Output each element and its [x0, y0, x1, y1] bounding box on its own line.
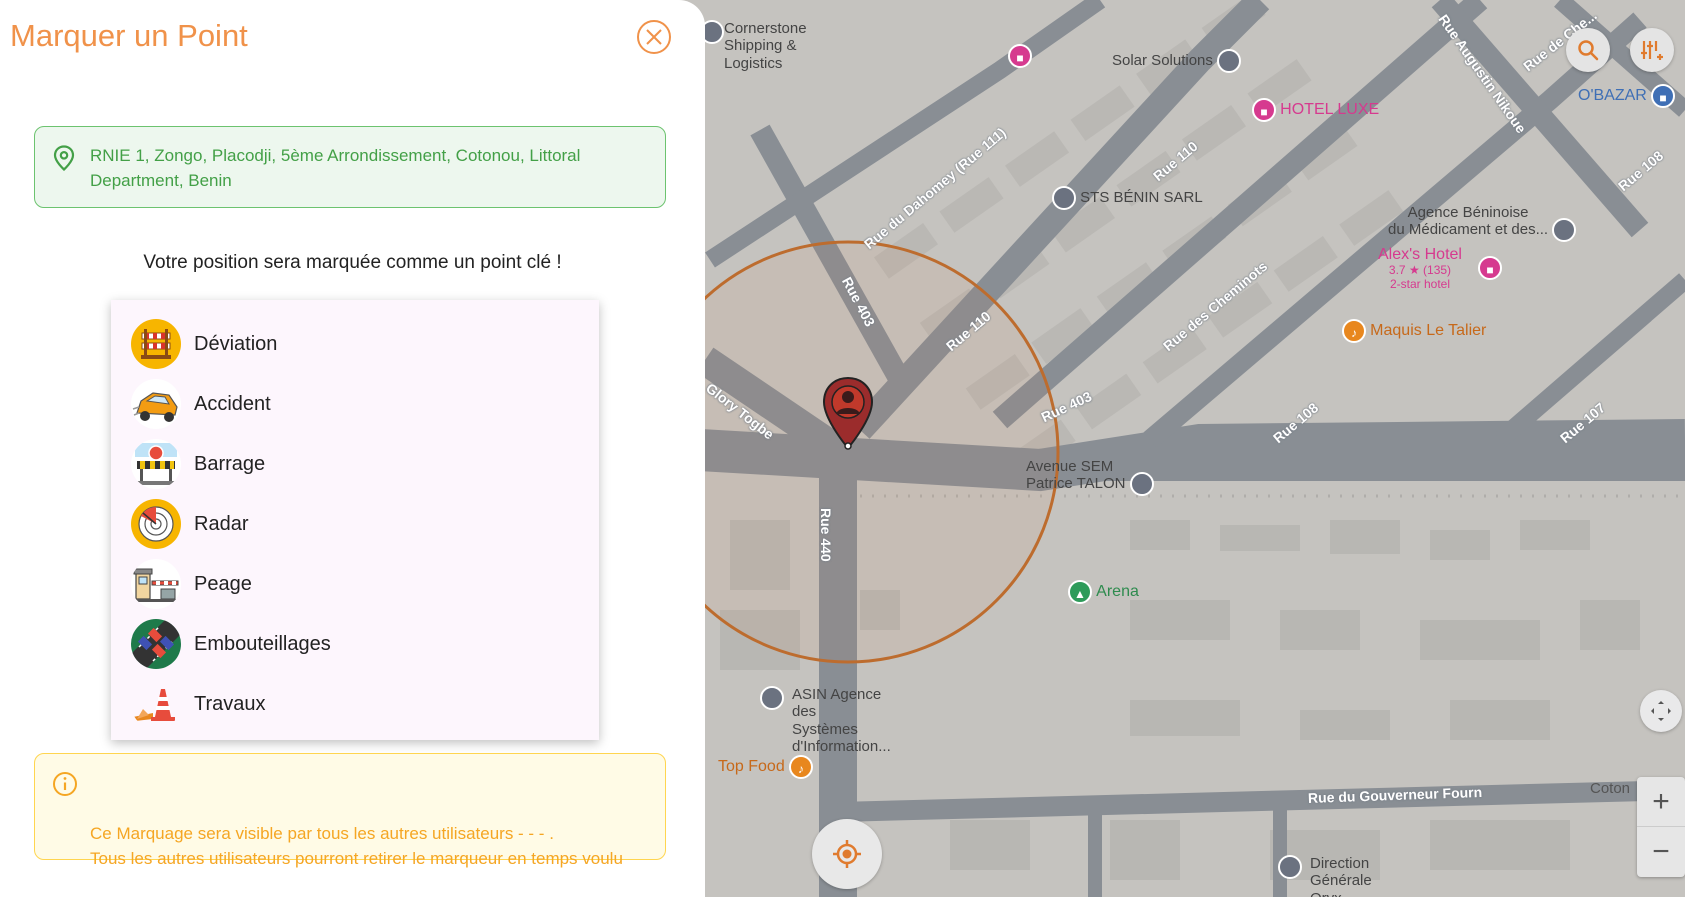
hotel-pin-icon: ■: [1478, 256, 1502, 280]
recenter-button[interactable]: [812, 819, 882, 889]
road-cones-icon: [131, 679, 181, 729]
poi-label: Direction Générale Oryx Bénin SA: [1310, 855, 1372, 897]
map-search-button[interactable]: [1566, 28, 1610, 72]
menu-item-label: Accident: [194, 392, 271, 415]
building-pin-icon: [1552, 218, 1577, 243]
panel-subtitle: Votre position sera marquée comme un poi…: [143, 252, 562, 273]
building-pin-icon: [760, 686, 784, 710]
poi-avenue-sem[interactable]: Avenue SEM Patrice TALON: [1026, 458, 1154, 497]
deviation-barrier-icon: [131, 319, 181, 369]
address-box: RNIE 1, Zongo, Placodji, 5ème Arrondisse…: [34, 126, 666, 208]
zoom-in-button[interactable]: +: [1637, 777, 1685, 827]
menu-item-deviation[interactable]: Déviation: [111, 314, 599, 374]
poi-label: HOTEL LUXE: [1280, 100, 1380, 118]
user-location-marker[interactable]: [822, 376, 874, 452]
poi-agence-beninoise[interactable]: Agence Béninoise du Médicament et des...: [1388, 204, 1577, 243]
poi-alexs-hotel-pin[interactable]: ■: [1478, 256, 1502, 280]
poi-direction-generale[interactable]: Direction Générale Oryx Bénin SA: [1278, 855, 1372, 897]
menu-item-label: Barrage: [194, 452, 266, 475]
filter-add-icon: [1641, 41, 1663, 60]
zoom-controls: + −: [1637, 777, 1685, 877]
poi-class: 2-star hotel: [1389, 277, 1450, 292]
location-pin-icon: [53, 145, 75, 171]
poi-solar-solutions[interactable]: Solar Solutions: [1112, 49, 1242, 73]
poi-sts-benin[interactable]: STS BÉNIN SARL: [1052, 186, 1203, 210]
poi-label: Alex's Hotel: [1378, 246, 1462, 263]
poi-label: STS BÉNIN SARL: [1080, 188, 1203, 206]
menu-item-travaux[interactable]: Travaux: [111, 674, 599, 734]
poi-maquis-le-talier[interactable]: ♪ Maquis Le Talier: [1342, 319, 1486, 343]
traffic-jam-icon: [131, 619, 181, 669]
police-roadblock-icon: [131, 439, 181, 489]
poi-label: Cornerstone Shipping & Logistics: [724, 20, 807, 72]
poi-label: Arena: [1096, 582, 1139, 600]
radar-icon: [131, 499, 181, 549]
hotel-pin-icon: ■: [1252, 98, 1276, 122]
menu-item-label: Peage: [194, 572, 252, 595]
poi-rating: 3.7 ★ (135): [1388, 263, 1452, 278]
menu-item-label: Radar: [194, 512, 249, 535]
fullscreen-icon: [1651, 701, 1671, 721]
info-notice-box: Ce Marquage sera visible par tous les au…: [34, 753, 666, 868]
menu-item-label: Travaux: [194, 692, 266, 715]
poi-hotel-marker[interactable]: ■: [1008, 44, 1032, 68]
info-icon: [53, 772, 77, 796]
menu-item-peage[interactable]: Peage: [111, 554, 599, 614]
hotel-pin-icon: ■: [1008, 44, 1032, 68]
restaurant-pin-icon: ♪: [1342, 319, 1366, 343]
restaurant-pin-icon: ♪: [788, 755, 813, 779]
menu-item-barrage[interactable]: Barrage: [111, 434, 599, 494]
menu-item-radar[interactable]: Radar: [111, 494, 599, 554]
toll-booth-icon: [131, 559, 181, 609]
poi-label: Maquis Le Talier: [1370, 321, 1487, 339]
poi-arena[interactable]: ▲ Arena: [1068, 580, 1139, 604]
map-filter-button[interactable]: [1630, 28, 1674, 72]
menu-item-embouteillages[interactable]: Embouteillages: [111, 614, 599, 674]
poi-label: Agence Béninoise du Médicament et des...: [1388, 204, 1549, 239]
poi-label: ASIN Agence des Systèmes d'Information..…: [792, 686, 891, 755]
poi-label: Avenue SEM Patrice TALON: [1026, 458, 1126, 493]
close-icon: [646, 29, 662, 45]
place-pin-icon: [1052, 186, 1076, 210]
address-text: RNIE 1, Zongo, Placodji, 5ème Arrondisse…: [90, 146, 581, 190]
panel-title: Marquer un Point: [10, 18, 248, 53]
mark-point-panel: Marquer un Point RNIE 1, Zongo, Placodji…: [0, 0, 705, 897]
fullscreen-button[interactable]: [1640, 690, 1682, 732]
shop-pin-icon: ■: [1651, 84, 1676, 108]
poi-top-food[interactable]: Top Food ♪: [718, 755, 813, 779]
poi-alexs-hotel[interactable]: Alex's Hotel 3.7 ★ (135) 2-star hotel: [1378, 246, 1462, 292]
poi-asin[interactable]: ASIN Agence des Systèmes d'Information..…: [760, 686, 891, 755]
map-label-coton: Coton: [1590, 780, 1631, 797]
crosshair-icon: [833, 840, 861, 868]
zoom-out-button[interactable]: −: [1637, 827, 1685, 877]
poi-label: O'BAZAR: [1578, 86, 1647, 104]
point-type-menu: Déviation Accident Barrage Radar Peage E…: [111, 300, 599, 740]
road-label: Rue 440: [818, 508, 834, 562]
car-crash-icon: [131, 379, 181, 429]
menu-item-label: Déviation: [194, 332, 278, 355]
location-pin-icon: [822, 376, 874, 450]
poi-hotel-luxe[interactable]: ■ HOTEL LUXE: [1252, 98, 1379, 122]
poi-label: Solar Solutions: [1112, 51, 1213, 69]
poi-label: Top Food: [718, 757, 785, 775]
menu-item-label: Embouteillages: [194, 632, 331, 655]
place-pin-icon: [1278, 855, 1302, 879]
info-text: Ce Marquage sera visible par tous les au…: [90, 824, 623, 868]
place-pin-icon: [1129, 472, 1154, 497]
close-button[interactable]: [637, 20, 671, 54]
search-icon: [1578, 40, 1599, 61]
place-pin-icon: [1217, 49, 1242, 73]
park-pin-icon: ▲: [1068, 580, 1092, 604]
menu-item-accident[interactable]: Accident: [111, 374, 599, 434]
poi-obazar[interactable]: O'BAZAR ■: [1578, 84, 1676, 108]
